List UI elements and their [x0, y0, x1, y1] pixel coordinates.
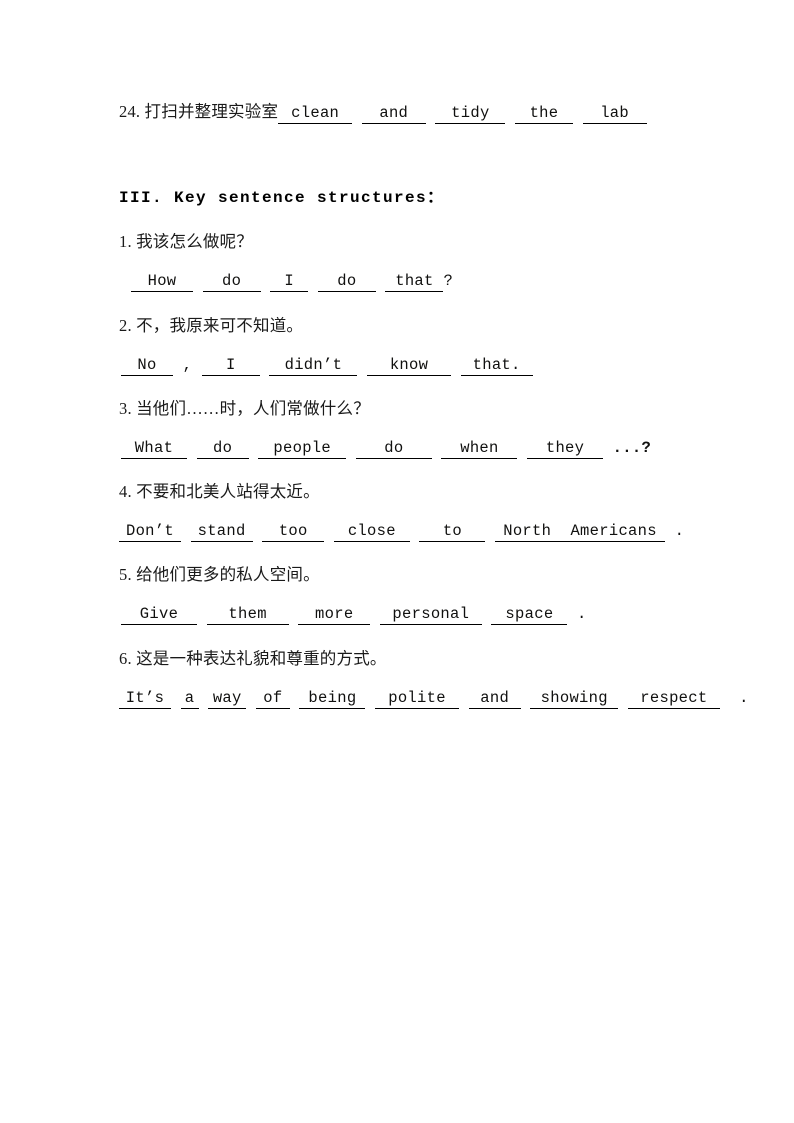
answer-blank[interactable]: and [468, 690, 521, 709]
answer-blank[interactable]: do [355, 440, 432, 459]
answer-blank[interactable]: that. [460, 357, 533, 376]
item-5-answer[interactable]: Give them more personal space . [121, 605, 587, 625]
item-4-answer[interactable]: Don’t stand too close to North Americans… [119, 522, 685, 542]
answer-blank[interactable]: polite [375, 690, 460, 709]
item-3-prompt: 3. 当他们……时，人们常做什么？ [119, 399, 370, 418]
answer-blank[interactable]: when [441, 440, 518, 459]
blank-gap [171, 691, 181, 707]
blank-gap [253, 524, 263, 540]
blank-gap [199, 691, 209, 707]
answer-punctuation: ? [443, 272, 454, 290]
item-6-answer[interactable]: It’s a way of being polite and showing r… [119, 689, 749, 709]
answer-blank[interactable]: space [491, 606, 568, 625]
answer-blank[interactable]: showing [530, 690, 619, 709]
blank-gap [459, 691, 469, 707]
answer-blank[interactable]: people [258, 440, 347, 459]
blank-gap [482, 607, 492, 623]
blank-gap [346, 441, 356, 457]
answer-blank[interactable]: stand [190, 523, 253, 542]
answer-blank[interactable]: North Americans [495, 523, 666, 542]
answer-blank[interactable]: way [208, 690, 247, 709]
blank-gap [324, 524, 334, 540]
blank-gap [289, 607, 299, 623]
item-6-prompt: 6. 这是一种表达礼貌和尊重的方式。 [119, 649, 387, 668]
answer-blank[interactable]: No [121, 357, 173, 376]
blank-gap [432, 441, 442, 457]
section-heading: III. Key sentence structures： [119, 189, 445, 207]
blank-gap [352, 106, 362, 122]
exercise-item-24: 24. 打扫并整理实验室 clean and tidy the lab [119, 102, 647, 124]
answer-blank[interactable]: I [270, 273, 309, 292]
blank-gap [197, 607, 207, 623]
answer-blank[interactable]: didn’t [269, 357, 358, 376]
item-24-blank[interactable]: tidy [435, 105, 506, 124]
answer-blank[interactable]: personal [379, 606, 482, 625]
answer-punctuation: . [567, 605, 587, 623]
blank-gap [246, 691, 256, 707]
item-24-blanks[interactable]: clean and tidy the lab [278, 104, 647, 124]
item-24-blank[interactable]: the [514, 105, 573, 124]
blank-gap [451, 358, 461, 374]
blank-gap [249, 441, 259, 457]
answer-blank[interactable]: It’s [119, 690, 171, 709]
item-2-prompt: 2. 不，我原来可不知道。 [119, 316, 304, 335]
answer-blank[interactable]: do [317, 273, 376, 292]
answer-blank[interactable]: Don’t [119, 523, 181, 542]
blank-gap [260, 358, 270, 374]
blank-gap [365, 691, 375, 707]
answer-blank[interactable]: respect [627, 690, 720, 709]
item-3-answer[interactable]: What do people do when they ...? [121, 439, 652, 459]
answer-blank[interactable]: do [202, 273, 261, 292]
blank-gap [261, 274, 271, 290]
item-24-blank[interactable]: clean [278, 105, 353, 124]
answer-blank[interactable]: close [333, 523, 410, 542]
answer-blank[interactable]: they [527, 440, 604, 459]
item-24-blank[interactable]: lab [582, 105, 647, 124]
item-1-prompt: 1. 我该怎么做呢？ [119, 232, 253, 251]
blank-gap [426, 106, 436, 122]
blank-gap [521, 691, 531, 707]
answer-blank[interactable]: a [180, 690, 199, 709]
answer-blank[interactable]: do [196, 440, 249, 459]
blank-gap [290, 691, 300, 707]
answer-punctuation: , [173, 356, 202, 374]
answer-blank[interactable]: I [201, 357, 260, 376]
blank-gap [357, 358, 367, 374]
answer-blank[interactable]: How [131, 273, 193, 292]
blank-gap [517, 441, 527, 457]
item-24-blank[interactable]: and [361, 105, 426, 124]
item-24-prompt: 24. 打扫并整理实验室 [119, 102, 279, 121]
blank-gap [505, 106, 515, 122]
answer-blank[interactable]: Give [121, 606, 197, 625]
answer-punctuation: . [665, 522, 685, 540]
blank-gap [308, 274, 318, 290]
answer-blank[interactable]: being [299, 690, 366, 709]
item-4-prompt: 4. 不要和北美人站得太近。 [119, 482, 320, 501]
answer-blank[interactable]: them [206, 606, 289, 625]
answer-blank[interactable]: What [121, 440, 187, 459]
answer-text: ...? [603, 439, 652, 457]
blank-gap [193, 274, 203, 290]
blank-gap [485, 524, 495, 540]
blank-gap [370, 607, 380, 623]
blank-gap [187, 441, 197, 457]
answer-blank[interactable]: know [367, 357, 452, 376]
item-2-answer[interactable]: No , I didn’t know that. [121, 356, 533, 376]
answer-blank[interactable]: to [419, 523, 486, 542]
answer-blank[interactable]: more [298, 606, 371, 625]
answer-blank[interactable]: of [255, 690, 290, 709]
blank-gap [410, 524, 420, 540]
answer-punctuation: . [719, 689, 749, 707]
blank-gap [573, 106, 583, 122]
blank-gap [376, 274, 386, 290]
item-5-prompt: 5. 给他们更多的私人空间。 [119, 565, 320, 584]
answer-blank[interactable]: too [262, 523, 325, 542]
answer-blank[interactable]: that [385, 273, 444, 292]
item-1-answer[interactable]: How do I do that? [131, 272, 454, 292]
document-page: 24. 打扫并整理实验室 clean and tidy the lab III. … [0, 0, 794, 1123]
blank-gap [181, 524, 191, 540]
blank-gap [618, 691, 628, 707]
